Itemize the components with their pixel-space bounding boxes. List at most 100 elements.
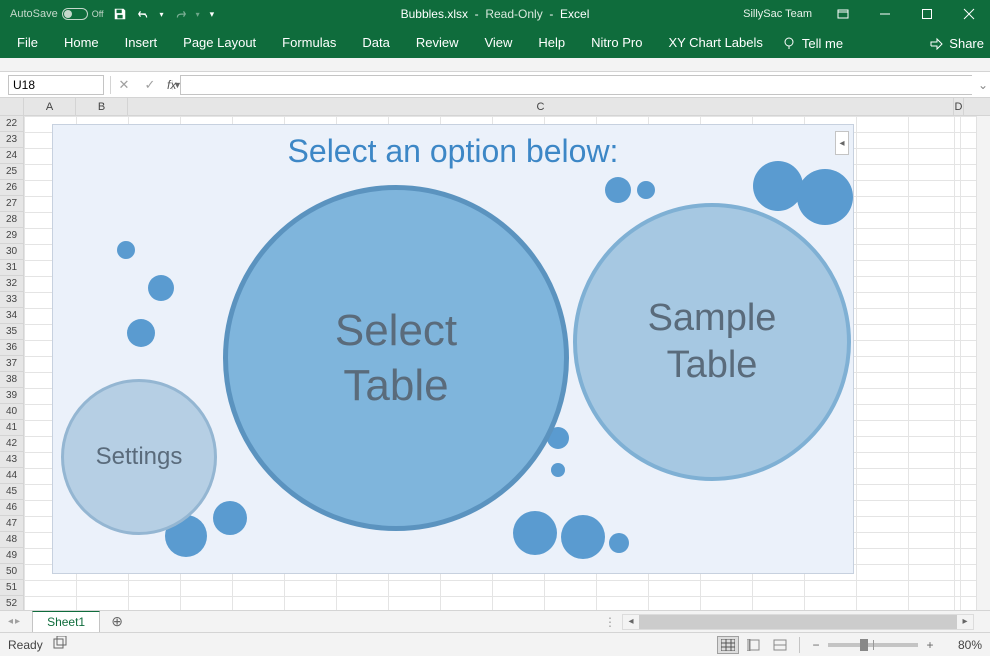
tab-file[interactable]: File bbox=[4, 28, 51, 58]
row-header[interactable]: 27 bbox=[0, 196, 23, 212]
zoom-in-button[interactable]: + bbox=[922, 638, 938, 652]
horizontal-scrollbar[interactable]: ◂ ▸ bbox=[622, 614, 974, 630]
column-header[interactable]: C bbox=[128, 98, 954, 115]
sheet-nav-next-icon[interactable]: ▸ bbox=[15, 616, 20, 627]
row-header[interactable]: 41 bbox=[0, 420, 23, 436]
row-header[interactable]: 30 bbox=[0, 244, 23, 260]
row-header[interactable]: 50 bbox=[0, 564, 23, 580]
select-table-bubble-button[interactable]: Select Table bbox=[223, 185, 569, 531]
row-header[interactable]: 44 bbox=[0, 468, 23, 484]
maximize-icon[interactable] bbox=[906, 0, 948, 28]
sheet-nav-prev-icon[interactable]: ◂ bbox=[8, 616, 13, 627]
status-state: Ready bbox=[8, 638, 43, 652]
settings-bubble-button[interactable]: Settings bbox=[61, 379, 217, 535]
ribbon-display-options-icon[interactable] bbox=[822, 0, 864, 28]
row-header[interactable]: 22 bbox=[0, 116, 23, 132]
worksheet-grid: A B C D 22232425262728293031323334353637… bbox=[0, 98, 990, 610]
column-header[interactable]: B bbox=[76, 98, 128, 115]
sample-table-bubble-button[interactable]: Sample Table bbox=[573, 203, 851, 481]
tab-page-layout[interactable]: Page Layout bbox=[170, 28, 269, 58]
formula-input[interactable] bbox=[180, 75, 972, 95]
sheet-tab-sheet1[interactable]: Sheet1 bbox=[32, 611, 100, 632]
bubble-decoration bbox=[513, 511, 557, 555]
settings-bubble-label: Settings bbox=[96, 443, 183, 471]
bubble-decoration bbox=[797, 169, 853, 225]
bubble-chart[interactable]: ◂ Select an option below: bbox=[52, 124, 854, 574]
row-header[interactable]: 52 bbox=[0, 596, 23, 610]
row-header[interactable]: 31 bbox=[0, 260, 23, 276]
expand-formula-bar-icon[interactable]: ⌄ bbox=[978, 78, 988, 92]
bubble-decoration bbox=[753, 161, 803, 211]
tab-review[interactable]: Review bbox=[403, 28, 472, 58]
row-header[interactable]: 33 bbox=[0, 292, 23, 308]
zoom-value[interactable]: 80% bbox=[942, 638, 982, 652]
bubble-decoration bbox=[561, 515, 605, 559]
zoom-out-button[interactable]: − bbox=[808, 638, 824, 652]
tab-help[interactable]: Help bbox=[525, 28, 578, 58]
name-box[interactable]: ▼ bbox=[8, 75, 104, 95]
cells-area[interactable]: ◂ Select an option below: bbox=[24, 116, 990, 610]
tell-me-label: Tell me bbox=[802, 36, 843, 51]
tab-data[interactable]: Data bbox=[349, 28, 402, 58]
view-page-break-icon[interactable] bbox=[769, 636, 791, 654]
row-header[interactable]: 42 bbox=[0, 436, 23, 452]
close-icon[interactable] bbox=[948, 0, 990, 28]
scroll-left-icon[interactable]: ◂ bbox=[623, 616, 639, 627]
macro-record-icon[interactable] bbox=[53, 636, 67, 653]
row-header[interactable]: 38 bbox=[0, 372, 23, 388]
autosave-toggle[interactable]: AutoSave Off bbox=[10, 8, 104, 20]
view-page-layout-icon[interactable] bbox=[743, 636, 765, 654]
bubble-decoration bbox=[117, 241, 135, 259]
zoom-slider[interactable] bbox=[828, 643, 918, 647]
qat-customize-icon[interactable]: ▾ bbox=[210, 9, 215, 20]
row-header[interactable]: 26 bbox=[0, 180, 23, 196]
chart-title: Select an option below: bbox=[53, 125, 853, 170]
row-header[interactable]: 35 bbox=[0, 324, 23, 340]
minimize-icon[interactable] bbox=[864, 0, 906, 28]
new-sheet-button[interactable]: ⊕ bbox=[106, 611, 128, 633]
row-header[interactable]: 45 bbox=[0, 484, 23, 500]
tab-insert[interactable]: Insert bbox=[112, 28, 171, 58]
row-header[interactable]: 37 bbox=[0, 356, 23, 372]
select-all-corner[interactable] bbox=[0, 98, 24, 115]
row-header[interactable]: 39 bbox=[0, 388, 23, 404]
row-header[interactable]: 47 bbox=[0, 516, 23, 532]
user-name[interactable]: SillySac Team bbox=[743, 8, 812, 20]
row-header[interactable]: 40 bbox=[0, 404, 23, 420]
scroll-right-icon[interactable]: ▸ bbox=[957, 616, 973, 627]
chart-collapse-handle-icon[interactable]: ◂ bbox=[835, 131, 849, 155]
row-header[interactable]: 43 bbox=[0, 452, 23, 468]
tab-xy-chart-labels[interactable]: XY Chart Labels bbox=[655, 28, 775, 58]
row-header[interactable]: 48 bbox=[0, 532, 23, 548]
undo-icon[interactable] bbox=[136, 6, 152, 22]
autosave-state: Off bbox=[92, 9, 104, 19]
view-normal-icon[interactable] bbox=[717, 636, 739, 654]
row-header[interactable]: 46 bbox=[0, 500, 23, 516]
save-icon[interactable] bbox=[112, 6, 128, 22]
tell-me-search[interactable]: Tell me bbox=[782, 36, 843, 51]
share-icon bbox=[929, 36, 943, 50]
row-header[interactable]: 32 bbox=[0, 276, 23, 292]
column-header[interactable]: D bbox=[954, 98, 964, 115]
tab-view[interactable]: View bbox=[471, 28, 525, 58]
row-header[interactable]: 23 bbox=[0, 132, 23, 148]
fx-icon[interactable]: fx bbox=[163, 78, 180, 92]
vertical-scrollbar[interactable] bbox=[976, 116, 990, 610]
row-header[interactable]: 28 bbox=[0, 212, 23, 228]
tab-formulas[interactable]: Formulas bbox=[269, 28, 349, 58]
column-header[interactable]: A bbox=[24, 98, 76, 115]
share-button[interactable]: Share bbox=[929, 36, 984, 51]
bubble-decoration bbox=[637, 181, 655, 199]
row-header[interactable]: 49 bbox=[0, 548, 23, 564]
row-header[interactable]: 25 bbox=[0, 164, 23, 180]
tab-scroll-split[interactable]: ⋮ bbox=[604, 615, 614, 629]
tab-nitro-pro[interactable]: Nitro Pro bbox=[578, 28, 655, 58]
row-header[interactable]: 51 bbox=[0, 580, 23, 596]
row-header[interactable]: 24 bbox=[0, 148, 23, 164]
row-header[interactable]: 34 bbox=[0, 308, 23, 324]
bubble-decoration bbox=[148, 275, 174, 301]
row-header[interactable]: 36 bbox=[0, 340, 23, 356]
title-bar: AutoSave Off ▾ ▾ ▾ Bubbles.xlsx - Read-O… bbox=[0, 0, 990, 28]
row-header[interactable]: 29 bbox=[0, 228, 23, 244]
tab-home[interactable]: Home bbox=[51, 28, 112, 58]
